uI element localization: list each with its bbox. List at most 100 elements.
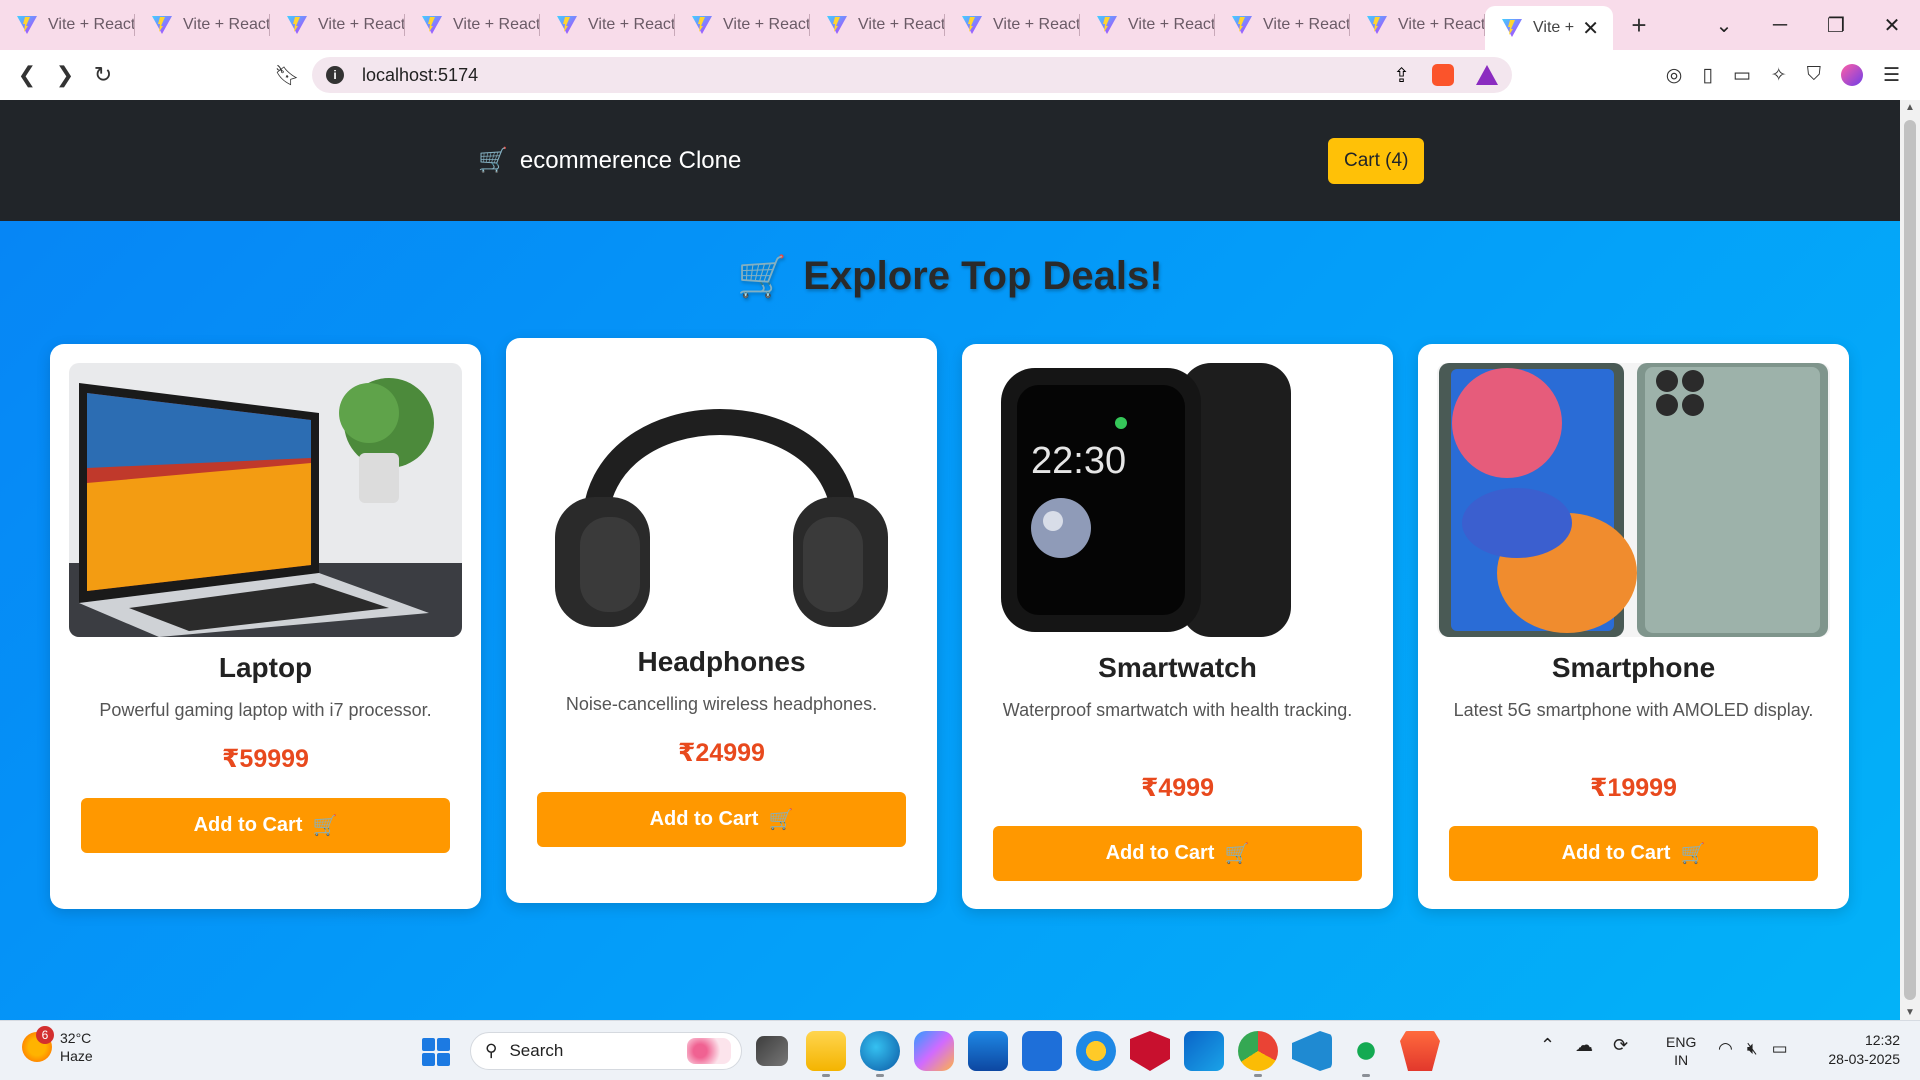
browser-tab[interactable]: Vite + React <box>540 0 675 50</box>
browser-tab[interactable]: Vite + React <box>675 0 810 50</box>
windows-taskbar: 6 32°C Haze ⚲ Search ⌃ ☁ ⟳ ENG IN ◠ 🔇︎ ▭… <box>0 1020 1920 1080</box>
product-description: Powerful gaming laptop with i7 processor… <box>99 700 432 720</box>
add-to-cart-label: Add to Cart <box>1561 842 1671 864</box>
weather-temperature: 32°C <box>60 1030 92 1046</box>
smartwatch-image: 22:30 <box>981 363 1374 637</box>
restore-icon[interactable]: ❐ <box>1808 13 1864 38</box>
hp-support-icon[interactable] <box>1076 1031 1116 1071</box>
tab-title: Vite + React <box>993 16 1080 33</box>
add-to-cart-button[interactable]: Add to Cart 🛒 <box>1449 826 1818 881</box>
vscode-icon[interactable] <box>1292 1031 1332 1071</box>
browser-tab-active[interactable]: Vite + ✕ <box>1485 6 1613 50</box>
profile-avatar[interactable] <box>1840 64 1863 86</box>
back-arrow-icon[interactable]: ❮ <box>8 62 46 88</box>
onedrive-sync-error-icon[interactable]: ☁ <box>1575 1035 1593 1056</box>
product-price: ₹59999 <box>222 745 309 773</box>
page-title-text: Explore Top Deals! <box>803 254 1163 298</box>
copilot-icon[interactable] <box>914 1031 954 1071</box>
add-to-cart-button[interactable]: Add to Cart 🛒 <box>537 792 906 847</box>
weather-widget[interactable]: 6 32°C Haze <box>22 1026 93 1065</box>
deals-section: 🛒 Explore Top Deals! Laptop Powerful gam… <box>0 221 1900 1020</box>
url-text[interactable]: localhost:5174 <box>362 65 478 86</box>
share-icon[interactable]: ⇪ <box>1393 63 1410 88</box>
vite-logo-icon <box>827 16 847 34</box>
microsoft-store-icon[interactable] <box>968 1031 1008 1071</box>
language-indicator[interactable]: ENG IN <box>1666 1033 1696 1069</box>
sidebar-icon[interactable]: ▯ <box>1702 64 1712 87</box>
vite-logo-icon <box>1232 16 1252 34</box>
headphones-image <box>525 357 918 631</box>
system-tray: ⌃ ☁ ⟳ <box>1540 1035 1628 1056</box>
brave-shields-icon[interactable] <box>1432 64 1454 86</box>
leo-ai-icon[interactable]: ✧ <box>1771 64 1787 87</box>
scrollbar-thumb[interactable] <box>1904 120 1916 1000</box>
search-icon: ⚲ <box>485 1041 498 1060</box>
show-hidden-icons-chevron-icon[interactable]: ⌃ <box>1540 1035 1555 1056</box>
outlook-icon[interactable] <box>1184 1031 1224 1071</box>
speedreader-icon[interactable]: ◎ <box>1666 64 1683 87</box>
minimize-icon[interactable]: ─ <box>1752 14 1808 37</box>
tab-title: Vite + React <box>453 16 540 33</box>
new-tab-button[interactable]: + <box>1613 10 1665 41</box>
language-code: ENG <box>1666 1034 1697 1050</box>
tab-search-chevron-icon[interactable]: ⌄ <box>1696 13 1752 38</box>
site-brand[interactable]: 🛒 ecommerence Clone <box>478 146 741 175</box>
task-view-icon[interactable] <box>756 1036 788 1066</box>
bookmark-icon[interactable]: 🔖︎ <box>272 63 302 88</box>
product-card-smartwatch: 22:30 Smartwatch Waterproof smartwatch w… <box>962 344 1393 909</box>
brand-name: ecommerence Clone <box>519 146 742 174</box>
browser-tab[interactable]: Vite + React <box>405 0 540 50</box>
browser-toolbar: ❮ ❯ ↻ 🔖︎ i localhost:5174 ⇪ ◎ ▯ ▭ ✧ ⛉ ☰ <box>0 50 1920 100</box>
tab-title: Vite + React <box>1398 16 1485 33</box>
menu-icon[interactable]: ☰ <box>1883 64 1900 87</box>
vite-logo-icon <box>1097 16 1117 34</box>
site-info-icon[interactable]: i <box>326 66 344 84</box>
edge-browser-icon[interactable] <box>860 1031 900 1077</box>
scroll-up-arrow-icon[interactable]: ▲ <box>1900 102 1920 113</box>
forward-arrow-icon[interactable]: ❯ <box>46 62 84 88</box>
tab-title: Vite + React <box>318 16 405 33</box>
browser-tab[interactable]: Vite + React <box>945 0 1080 50</box>
browser-tab[interactable]: Vite + React <box>1350 0 1485 50</box>
vpn-shield-icon[interactable]: ⛉ <box>1807 64 1821 86</box>
browser-tab[interactable]: Vite + React <box>0 0 135 50</box>
add-to-cart-button[interactable]: Add to Cart 🛒 <box>81 798 450 853</box>
browser-tab[interactable]: Vite + React <box>270 0 405 50</box>
brave-browser-icon[interactable] <box>1400 1031 1440 1071</box>
window-controls: ⌄ ─ ❐ ✕ <box>1696 0 1920 50</box>
product-name: Headphones <box>637 646 806 677</box>
browser-tab[interactable]: Vite + React <box>1215 0 1350 50</box>
wallet-icon[interactable]: ▭ <box>1733 64 1751 87</box>
mcafee-icon[interactable] <box>1130 1031 1170 1071</box>
address-bar[interactable]: i localhost:5174 ⇪ <box>312 57 1512 93</box>
browser-tab[interactable]: Vite + React <box>810 0 945 50</box>
sync-icon[interactable]: ⟳ <box>1613 1035 1628 1056</box>
myhp-icon[interactable] <box>1022 1031 1062 1071</box>
reload-icon[interactable]: ↻ <box>84 62 122 88</box>
close-tab-icon[interactable]: ✕ <box>1582 16 1599 41</box>
file-explorer-icon[interactable] <box>806 1031 846 1077</box>
taskbar-search[interactable]: ⚲ Search <box>470 1032 742 1070</box>
chrome-icon[interactable] <box>1238 1031 1278 1077</box>
add-to-cart-button[interactable]: Add to Cart 🛒 <box>993 826 1362 881</box>
taskbar-clock[interactable]: 12:32 28-03-2025 <box>1810 1031 1900 1069</box>
browser-tab[interactable]: Vite + React <box>135 0 270 50</box>
start-button-icon[interactable] <box>422 1038 450 1066</box>
add-to-cart-label: Add to Cart <box>193 814 303 836</box>
system-status-icons[interactable]: ◠ 🔇︎ ▭ <box>1718 1039 1788 1059</box>
vite-logo-icon <box>1367 16 1387 34</box>
watch-time: 22:30 <box>1031 440 1126 482</box>
cart-button[interactable]: Cart (4) <box>1328 138 1425 184</box>
page-scrollbar[interactable]: ▲ ▼ <box>1900 100 1920 1020</box>
brave-rewards-icon[interactable] <box>1476 65 1498 85</box>
cart-icon: 🛒 <box>1224 843 1250 865</box>
mongodb-compass-icon[interactable] <box>1346 1031 1386 1077</box>
vite-logo-icon <box>152 16 172 34</box>
tab-title: Vite + React <box>858 16 945 33</box>
cart-icon: 🛒 <box>478 147 508 174</box>
window-close-icon[interactable]: ✕ <box>1864 13 1920 38</box>
scroll-down-arrow-icon[interactable]: ▼ <box>1900 1007 1920 1018</box>
wifi-icon: ◠ <box>1718 1039 1733 1058</box>
browser-tab[interactable]: Vite + React <box>1080 0 1215 50</box>
search-label: Search <box>509 1041 564 1060</box>
